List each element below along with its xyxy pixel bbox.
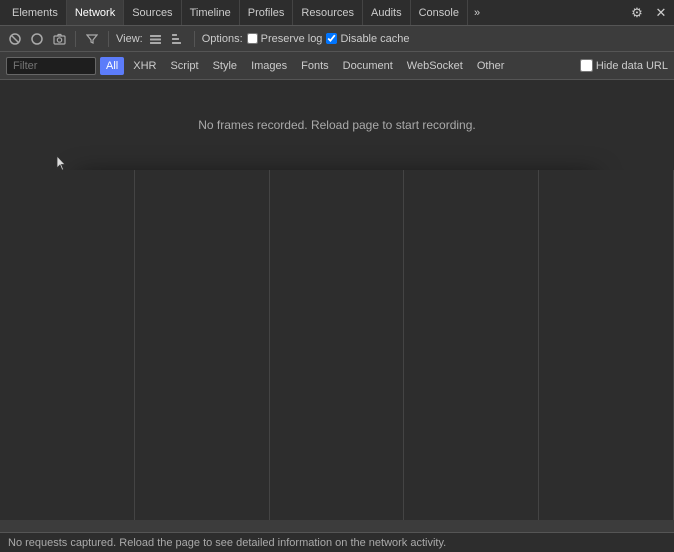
sep1 bbox=[75, 31, 76, 47]
filter-input[interactable] bbox=[6, 57, 96, 75]
filter-row: All XHR Script Style Images Fonts Docume… bbox=[0, 52, 674, 80]
toolbar: View: Options: Preserve log Disable cach… bbox=[0, 26, 674, 52]
clear-icon[interactable] bbox=[28, 30, 46, 48]
preserve-log-label: Preserve log bbox=[261, 33, 323, 45]
waterfall-col-4 bbox=[404, 170, 539, 520]
hide-data-group: Hide data URL bbox=[580, 59, 668, 72]
view-tree-icon[interactable] bbox=[169, 30, 187, 48]
waterfall-col-5 bbox=[539, 170, 674, 520]
network-empty-area: No frames recorded. Reload page to start… bbox=[0, 80, 674, 170]
waterfall-col-1 bbox=[0, 170, 135, 520]
tab-resources[interactable]: Resources bbox=[293, 0, 363, 25]
disable-cache-label: Disable cache bbox=[340, 33, 409, 45]
filter-other-button[interactable]: Other bbox=[472, 57, 510, 75]
disable-cache-checkbox[interactable] bbox=[326, 33, 337, 44]
waterfall-col-2 bbox=[135, 170, 270, 520]
waterfall-columns bbox=[0, 170, 674, 520]
hide-data-checkbox[interactable] bbox=[580, 59, 593, 72]
preserve-log-checkbox[interactable] bbox=[247, 33, 258, 44]
view-label: View: bbox=[116, 33, 143, 45]
filter-websocket-button[interactable]: WebSocket bbox=[402, 57, 468, 75]
waterfall-col-3 bbox=[270, 170, 405, 520]
preserve-log-group: Preserve log bbox=[247, 33, 323, 45]
filter-xhr-button[interactable]: XHR bbox=[128, 57, 161, 75]
settings-icon[interactable]: ⚙ bbox=[628, 4, 646, 22]
tab-more[interactable]: » bbox=[468, 7, 486, 19]
filter-fonts-button[interactable]: Fonts bbox=[296, 57, 334, 75]
filter-document-button[interactable]: Document bbox=[338, 57, 398, 75]
tab-profiles[interactable]: Profiles bbox=[240, 0, 294, 25]
close-icon[interactable]: ✕ bbox=[652, 4, 670, 22]
disable-cache-group: Disable cache bbox=[326, 33, 409, 45]
camera-icon[interactable] bbox=[50, 30, 68, 48]
filter-script-button[interactable]: Script bbox=[165, 57, 203, 75]
network-empty-message: No frames recorded. Reload page to start… bbox=[198, 118, 475, 132]
status-message: No requests captured. Reload the page to… bbox=[8, 537, 446, 549]
options-label: Options: bbox=[202, 33, 243, 45]
filter-icon[interactable] bbox=[83, 30, 101, 48]
sep3 bbox=[194, 31, 195, 47]
tab-sources[interactable]: Sources bbox=[124, 0, 181, 25]
waterfall-area bbox=[0, 170, 674, 520]
tab-timeline[interactable]: Timeline bbox=[182, 0, 240, 25]
tab-icons: ⚙ ✕ bbox=[628, 4, 670, 22]
view-list-icon[interactable] bbox=[147, 30, 165, 48]
filter-images-button[interactable]: Images bbox=[246, 57, 292, 75]
tab-elements[interactable]: Elements bbox=[4, 0, 67, 25]
tab-audits[interactable]: Audits bbox=[363, 0, 411, 25]
status-bar: No requests captured. Reload the page to… bbox=[0, 532, 674, 552]
filter-all-button[interactable]: All bbox=[100, 57, 124, 75]
tab-console[interactable]: Console bbox=[411, 0, 468, 25]
hide-data-label: Hide data URL bbox=[596, 60, 668, 72]
record-stop-icon[interactable] bbox=[6, 30, 24, 48]
filter-style-button[interactable]: Style bbox=[208, 57, 242, 75]
sep2 bbox=[108, 31, 109, 47]
tab-network[interactable]: Network bbox=[67, 0, 124, 25]
tab-bar: Elements Network Sources Timeline Profil… bbox=[0, 0, 674, 26]
